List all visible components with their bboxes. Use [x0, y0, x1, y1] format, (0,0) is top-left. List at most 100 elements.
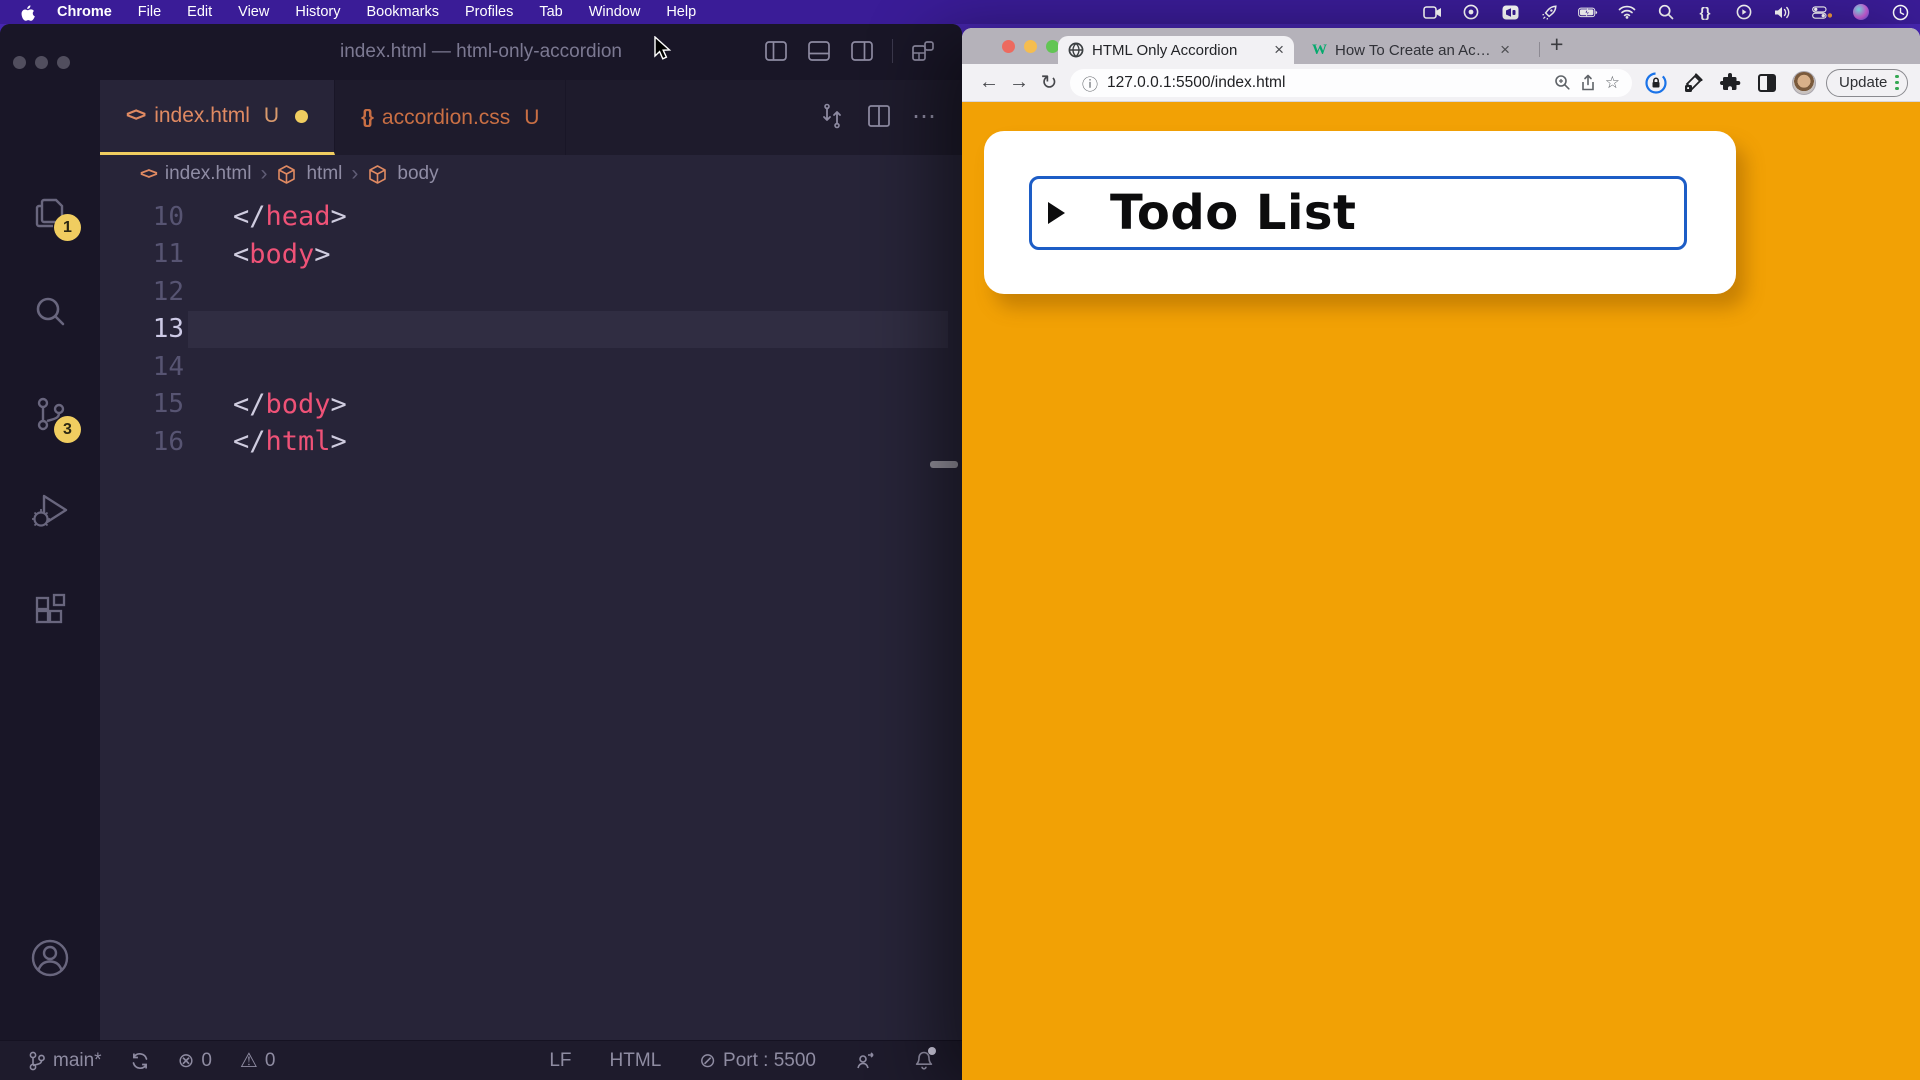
volume-icon[interactable]	[1773, 2, 1793, 22]
siri-icon[interactable]	[1851, 2, 1871, 22]
code-token: </	[233, 426, 266, 457]
apple-menu-icon[interactable]	[20, 4, 35, 21]
error-count: 0	[201, 1050, 212, 1072]
new-tab-button[interactable]: +	[1550, 31, 1563, 58]
breadcrumb-body[interactable]: body	[397, 163, 438, 185]
breadcrumb: <> index.html › html › body	[100, 155, 962, 193]
open-changes-icon[interactable]	[818, 102, 846, 130]
chrome-window-controls	[1002, 40, 1059, 53]
update-chrome-button[interactable]: Update	[1826, 69, 1908, 97]
notifications-bell-icon[interactable]	[914, 1050, 934, 1071]
clock-icon[interactable]	[1890, 2, 1910, 22]
menu-tab[interactable]: Tab	[539, 4, 562, 20]
tab-separator	[1539, 42, 1540, 57]
menu-history[interactable]: History	[295, 4, 340, 20]
site-info-icon[interactable]: ⓘ	[1082, 71, 1098, 95]
more-actions-icon[interactable]: ⋯	[912, 102, 938, 131]
error-icon: ⊗	[178, 1048, 195, 1073]
breadcrumb-file[interactable]: index.html	[165, 163, 252, 185]
breadcrumb-html[interactable]: html	[306, 163, 342, 185]
wifi-icon[interactable]	[1617, 2, 1637, 22]
line-number: 16	[100, 427, 184, 457]
toggle-secondary-sidebar-icon[interactable]	[849, 38, 875, 64]
profile-avatar[interactable]	[1792, 71, 1816, 95]
menu-file[interactable]: File	[138, 4, 161, 20]
zoom-page-icon[interactable]	[1554, 74, 1571, 91]
url-text[interactable]: 127.0.0.1:5500/index.html	[1107, 74, 1545, 92]
code-editor[interactable]: 10 </head> 11 <body> 12 13	[100, 193, 962, 1040]
vscode-tab-bar: <> index.html U {} accordion.css U ⋯	[100, 80, 962, 155]
camera-icon[interactable]	[1500, 2, 1520, 22]
tab-accordion-css[interactable]: {} accordion.css U	[335, 80, 566, 155]
control-center-icon[interactable]	[1812, 2, 1832, 22]
bookmark-star-icon[interactable]: ☆	[1605, 73, 1620, 93]
extensions-puzzle-icon[interactable]	[1718, 71, 1742, 95]
live-share-icon[interactable]	[854, 1051, 876, 1071]
address-bar[interactable]: ⓘ 127.0.0.1:5500/index.html ☆	[1070, 69, 1632, 97]
colorpicker-extension-icon[interactable]	[1681, 71, 1705, 95]
menu-view[interactable]: View	[238, 4, 269, 20]
search-icon[interactable]	[26, 288, 74, 336]
toggle-sidebar-icon[interactable]	[763, 38, 789, 64]
accordion-title: Todo List	[1110, 185, 1356, 241]
code-token: body	[266, 389, 331, 420]
play-circle-icon[interactable]	[1734, 2, 1754, 22]
rocket-icon[interactable]	[1539, 2, 1559, 22]
tab-index-html[interactable]: <> index.html U	[100, 80, 335, 155]
errors-item[interactable]: ⊗ 0	[178, 1048, 212, 1073]
scrollbar-handle[interactable]	[930, 461, 958, 468]
run-debug-icon[interactable]	[26, 486, 74, 534]
vscode-titlebar[interactable]: index.html — html-only-accordion	[0, 24, 962, 80]
extensions-icon[interactable]	[26, 586, 74, 634]
code-line: 14	[100, 348, 962, 386]
split-screen-extension-icon[interactable]	[1755, 71, 1779, 95]
close-tab-icon[interactable]: ×	[1274, 40, 1284, 60]
w3schools-favicon: W	[1312, 42, 1327, 59]
language-mode[interactable]: HTML	[610, 1050, 662, 1072]
macos-menubar: Chrome File Edit View History Bookmarks …	[0, 0, 1920, 24]
code-line: 12	[100, 273, 962, 311]
braces-menu-icon[interactable]: {}	[1695, 2, 1715, 22]
share-icon[interactable]	[1580, 74, 1596, 92]
code-line: 15 </body>	[100, 386, 962, 424]
line-number: 10	[100, 202, 184, 232]
record-icon[interactable]	[1461, 2, 1481, 22]
privacy-lock-icon[interactable]	[1644, 71, 1668, 95]
customize-layout-icon[interactable]	[910, 38, 936, 64]
browser-tab-active[interactable]: HTML Only Accordion ×	[1058, 36, 1294, 64]
menubar-app-name[interactable]: Chrome	[57, 4, 112, 20]
tab-title: HTML Only Accordion	[1092, 42, 1266, 59]
code-line: 16 </html>	[100, 423, 962, 461]
branch-name: main*	[53, 1050, 102, 1072]
menu-window[interactable]: Window	[589, 4, 641, 20]
reload-button[interactable]: ↻	[1034, 70, 1064, 95]
battery-charging-icon[interactable]	[1578, 2, 1598, 22]
warnings-item[interactable]: ⚠ 0	[240, 1048, 276, 1073]
menu-edit[interactable]: Edit	[187, 4, 212, 20]
close-tab-icon[interactable]: ×	[1500, 40, 1510, 60]
live-server-port[interactable]: ⊘ Port : 5500	[699, 1048, 816, 1073]
css-file-icon: {}	[361, 107, 372, 129]
chevron-right-icon: ›	[351, 162, 358, 186]
sync-changes-item[interactable]	[130, 1051, 150, 1071]
back-button[interactable]: ←	[974, 71, 1004, 94]
desktop: Chrome File Edit View History Bookmarks …	[0, 0, 1920, 1080]
forward-button[interactable]: →	[1004, 71, 1034, 94]
accordion-summary[interactable]: Todo List	[1029, 176, 1687, 250]
minimize-window-button[interactable]	[1024, 40, 1037, 53]
browser-tab-inactive[interactable]: W How To Create an Accordion ×	[1302, 36, 1520, 64]
close-window-button[interactable]	[1002, 40, 1015, 53]
screen-record-icon[interactable]	[1422, 2, 1442, 22]
menu-bookmarks[interactable]: Bookmarks	[366, 4, 439, 20]
git-branch-item[interactable]: main*	[28, 1050, 102, 1072]
account-icon[interactable]	[26, 934, 74, 982]
code-line: 10 </head>	[100, 198, 962, 236]
split-editor-icon[interactable]	[866, 103, 892, 129]
vscode-layout-controls	[763, 38, 936, 64]
menu-profiles[interactable]: Profiles	[465, 4, 513, 20]
menu-help[interactable]: Help	[666, 4, 696, 20]
toggle-panel-icon[interactable]	[806, 38, 832, 64]
port-label: Port : 5500	[723, 1050, 816, 1072]
eol-indicator[interactable]: LF	[549, 1050, 571, 1072]
spotlight-search-icon[interactable]	[1656, 2, 1676, 22]
